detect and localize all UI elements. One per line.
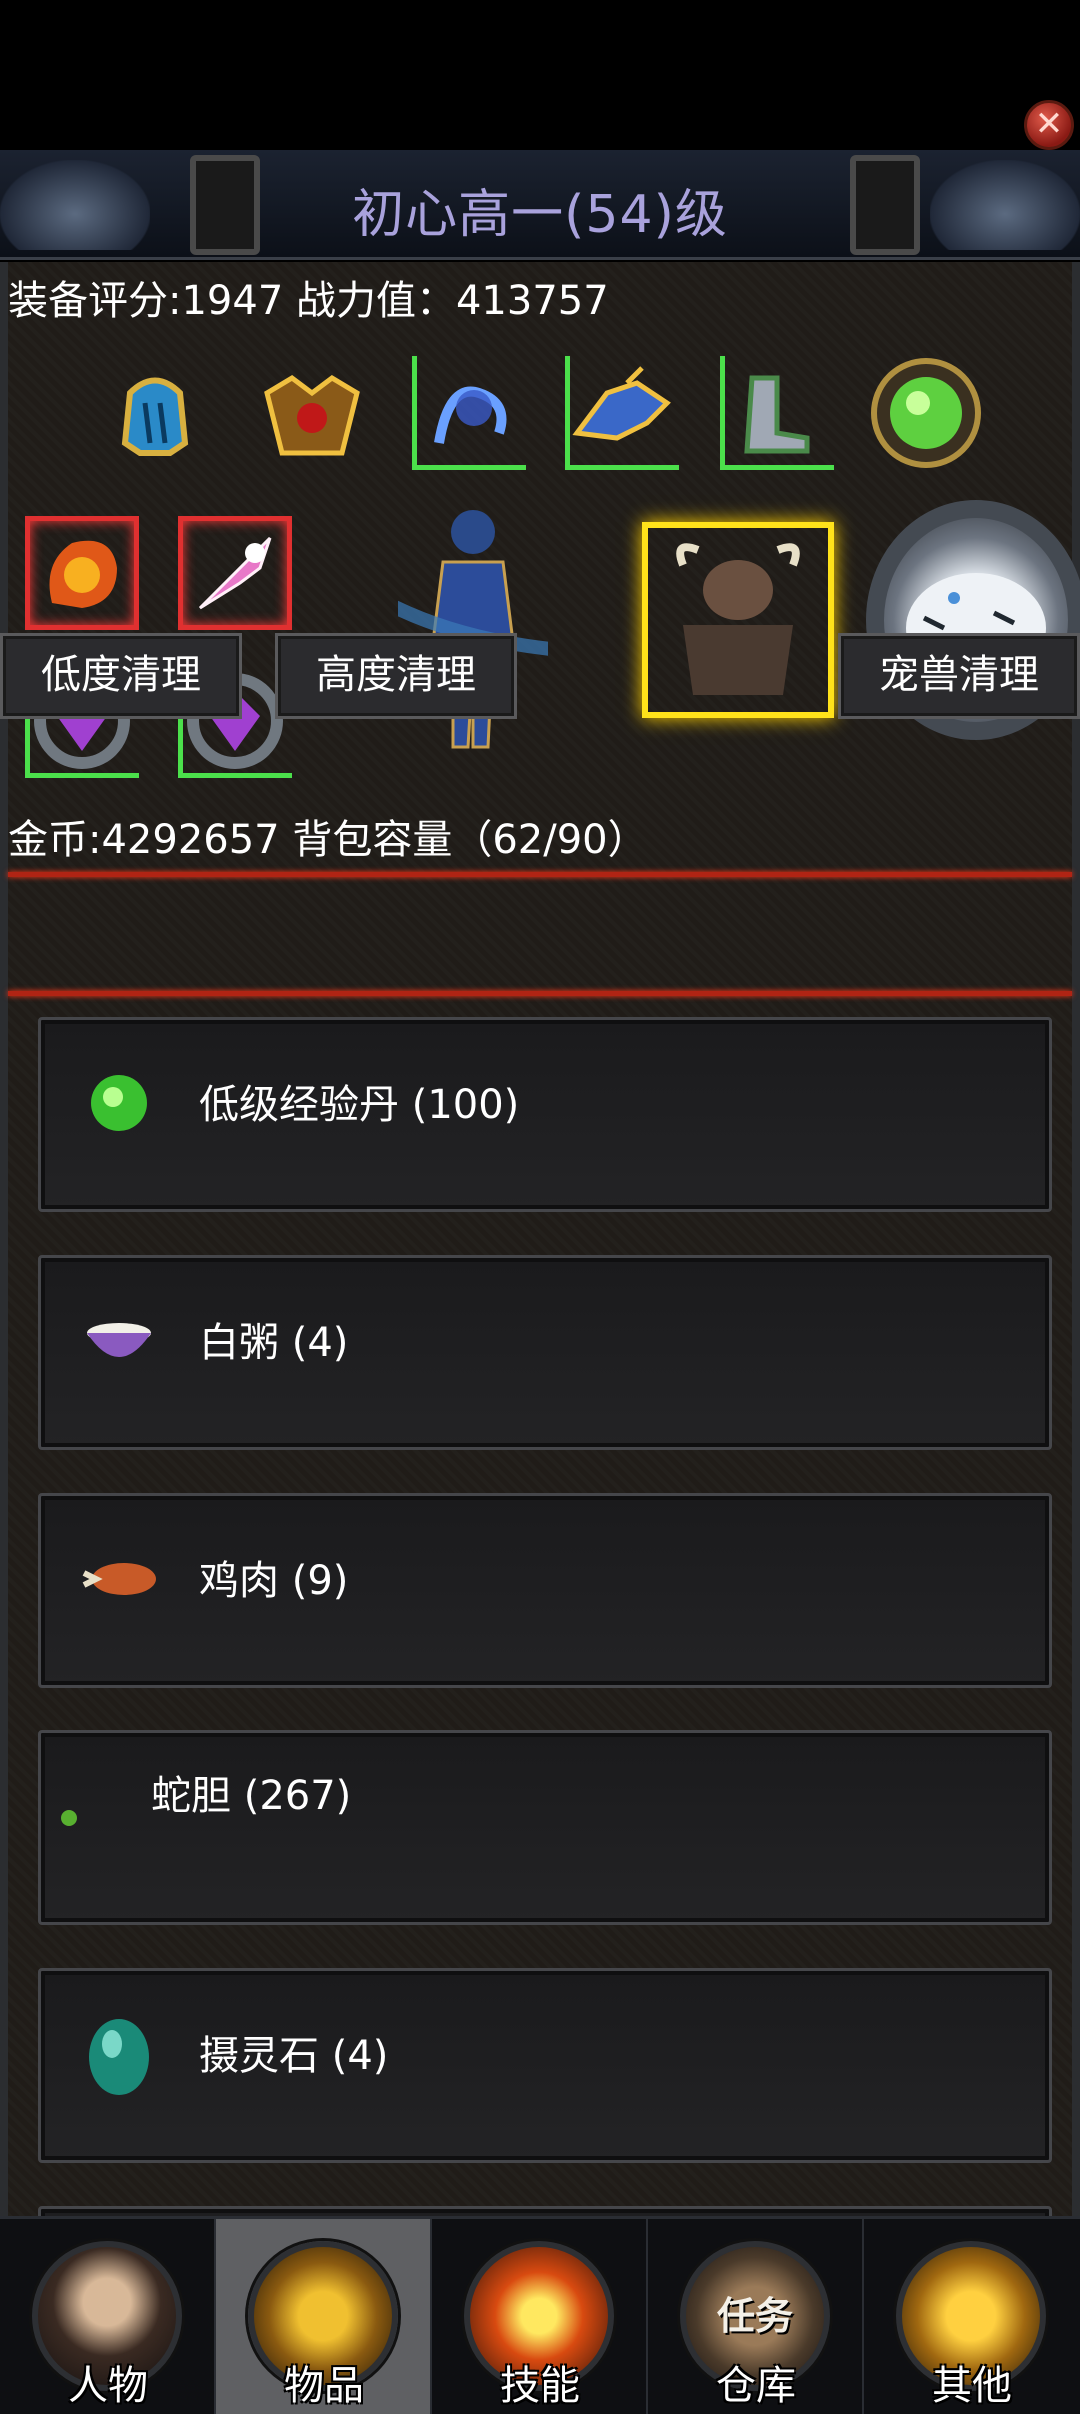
tab-label: 仓库 xyxy=(716,2363,796,2409)
equip-slot-helmet[interactable] xyxy=(96,354,214,472)
tab-character[interactable]: 人物 xyxy=(0,2219,216,2414)
snake-bile-icon xyxy=(49,1773,89,1863)
page-title: 初心高一(54)级 xyxy=(352,185,728,245)
low-cleanup-button[interactable]: 低度清理 xyxy=(0,633,242,719)
separator-top xyxy=(8,872,1072,877)
green-orb-icon xyxy=(871,358,981,468)
tab-label: 技能 xyxy=(500,2363,580,2409)
dragon-helm-icon xyxy=(572,366,671,441)
tab-label: 人物 xyxy=(68,2363,148,2409)
chicken-meat-icon xyxy=(69,1534,169,1624)
helmet-icon xyxy=(121,377,189,456)
item-label: 低级经验丹 (100) xyxy=(199,1082,520,1128)
score-power-line: 装备评分:1947 战力值：413757 xyxy=(8,278,609,324)
gold-capacity-line: 金币:4292657 背包容量（62/90） xyxy=(8,817,648,863)
equip-slot-dragon-helm[interactable] xyxy=(563,354,681,472)
flame-bracelet-icon xyxy=(49,540,117,608)
high-cleanup-button[interactable]: 高度清理 xyxy=(275,633,517,719)
tab-skills[interactable]: 技能 xyxy=(432,2219,648,2414)
boots-icon xyxy=(744,375,810,454)
list-item[interactable]: 蛇胆 (267) xyxy=(38,1730,1052,1925)
pink-crystal-icon xyxy=(198,536,272,610)
spirit-stone-icon xyxy=(69,2009,169,2099)
close-button[interactable]: ✕ xyxy=(1024,100,1074,150)
equip-slot-boots[interactable] xyxy=(718,354,836,472)
bottom-nav: 人物 物品 技能 任务 仓库 其他 xyxy=(0,2216,1080,2414)
pet-cleanup-button[interactable]: 宠兽清理 xyxy=(838,633,1080,719)
tab-label: 物品 xyxy=(284,2363,364,2409)
tab-label: 其他 xyxy=(932,2363,1012,2409)
equip-slot-bracelet-left[interactable] xyxy=(23,514,141,632)
equip-slot-orb[interactable] xyxy=(866,354,984,472)
close-icon: ✕ xyxy=(1034,104,1064,144)
item-label: 白粥 (4) xyxy=(199,1320,349,1366)
list-item[interactable]: 摄灵石 (4) xyxy=(38,1968,1052,2163)
minotaur-pet-icon xyxy=(676,543,800,695)
item-label: 鸡肉 (9) xyxy=(199,1558,349,1604)
list-item[interactable]: 白粥 (4) xyxy=(38,1255,1052,1450)
green-orb-icon xyxy=(69,1058,169,1148)
armor-icon xyxy=(264,374,360,456)
item-label: 摄灵石 (4) xyxy=(199,2033,389,2079)
porridge-bowl-icon xyxy=(69,1296,169,1386)
tab-warehouse[interactable]: 任务 仓库 xyxy=(648,2219,864,2414)
equip-slot-bracelet-right[interactable] xyxy=(176,514,294,632)
list-item[interactable]: 鸡肉 (9) xyxy=(38,1493,1052,1688)
list-item[interactable]: 低级经验丹 (100) xyxy=(38,1017,1052,1212)
title-bar: 初心高一(54)级 xyxy=(0,150,1080,260)
chest-badge: 任务 xyxy=(716,2294,793,2338)
equip-slot-armor[interactable] xyxy=(253,354,371,472)
item-label: 蛇胆 (267) xyxy=(151,1773,352,1819)
tab-other[interactable]: 其他 xyxy=(864,2219,1080,2414)
tab-items[interactable]: 物品 xyxy=(216,2219,432,2414)
pet-slot[interactable] xyxy=(640,520,836,720)
inventory-panel: 装备评分:1947 战力值：413757 金币:4292657 背包容量（62/… xyxy=(0,262,1080,2226)
separator-bottom xyxy=(8,991,1072,996)
whip-icon xyxy=(434,386,507,444)
equip-slot-weapon[interactable] xyxy=(410,354,528,472)
